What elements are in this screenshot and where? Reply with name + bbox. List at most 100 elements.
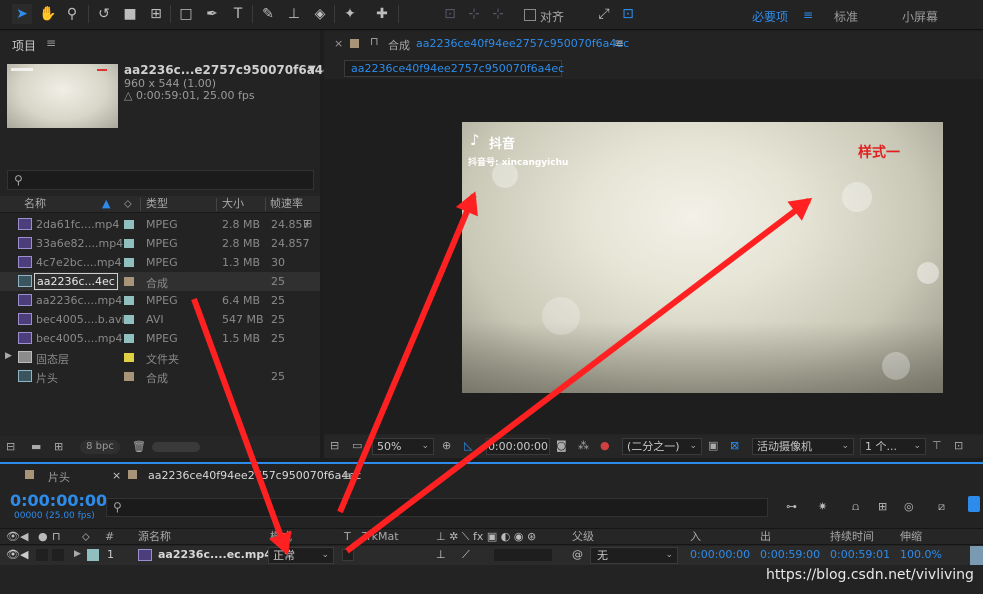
workspace-essentials[interactable]: 必要项 xyxy=(752,8,788,25)
solo-icon[interactable]: ● xyxy=(38,530,48,543)
resolution-select[interactable]: (二分之一) ⌄ xyxy=(622,438,702,455)
visibility-icon[interactable]: 👁 xyxy=(6,530,20,543)
label-swatch[interactable] xyxy=(124,315,134,324)
new-composition-icon[interactable]: ⊞ xyxy=(54,440,63,453)
stretch[interactable]: 100.0% xyxy=(900,548,942,561)
puppet-pin-tool-icon[interactable]: ✚ xyxy=(372,4,392,24)
snap-expand-icon[interactable]: ⤢ xyxy=(594,4,614,24)
label-column-icon[interactable]: ⬦ xyxy=(124,196,132,212)
label-swatch[interactable] xyxy=(124,258,134,267)
zoom-select[interactable]: 50% ⌄ xyxy=(372,438,434,455)
align-checkbox[interactable] xyxy=(524,9,536,21)
column-name[interactable]: 名称 xyxy=(24,196,46,212)
list-item[interactable]: 2da61fc....mp4 MPEG 2.8 MB 24.857 ⊞ xyxy=(0,215,320,234)
label-swatch[interactable] xyxy=(124,372,134,381)
label-swatch[interactable] xyxy=(87,549,99,561)
tab-intro[interactable]: 片头 xyxy=(48,469,70,485)
label-swatch[interactable] xyxy=(124,334,134,343)
column-t[interactable]: T xyxy=(344,529,351,545)
shy-switch-icon[interactable]: ⊥ xyxy=(436,548,446,561)
transparency-grid-icon[interactable]: ⊠ xyxy=(730,439,739,452)
column-duration[interactable]: 持续时间 xyxy=(830,529,874,545)
mask-visibility-icon[interactable]: ◺ xyxy=(464,439,472,452)
close-icon[interactable]: × xyxy=(112,469,121,482)
label-tag-icon[interactable]: ⬦ xyxy=(82,530,90,544)
list-item[interactable]: 33a6e82....mp4 MPEG 2.8 MB 24.857 xyxy=(0,234,320,253)
view-axis-icon[interactable]: ⊹ xyxy=(488,4,508,24)
toggle-pixel-aspect-icon[interactable]: ⊤ xyxy=(932,439,942,452)
column-in[interactable]: 入 xyxy=(690,529,701,545)
timeline-search-input[interactable]: ⚲ xyxy=(106,498,768,517)
snap-grid-icon[interactable]: ⊡ xyxy=(618,4,638,24)
graph-editor-icon[interactable]: ⧄ xyxy=(938,500,945,514)
audio-icon[interactable]: ◀ xyxy=(20,548,28,561)
color-channels-icon[interactable]: ● xyxy=(600,439,610,452)
close-icon[interactable]: × xyxy=(334,37,343,50)
pick-whip-icon[interactable]: @ xyxy=(572,548,583,561)
interpret-footage-icon[interactable]: ⊟ xyxy=(6,440,15,453)
playhead-handle[interactable] xyxy=(968,496,980,512)
brush-tool-icon[interactable]: ✎ xyxy=(258,4,278,24)
label-swatch[interactable] xyxy=(124,353,134,362)
pan-behind-tool-icon[interactable]: ⊞ xyxy=(146,4,166,24)
grid-guide-icon[interactable]: ⊕ xyxy=(442,439,451,452)
timeline-layer-row[interactable]: 👁 ◀ ▶ 1 aa2236c....ec.mp4 正常⌄ ⊥ ⟋ @ 无⌄ 0… xyxy=(0,546,983,565)
clone-stamp-tool-icon[interactable]: ⊥ xyxy=(284,4,304,24)
in-point[interactable]: 0:00:00:00 xyxy=(690,548,750,561)
frame-blending-icon[interactable]: ⊞ xyxy=(878,500,887,513)
layer-switches-slots[interactable] xyxy=(494,549,552,561)
out-point[interactable]: 0:00:59:00 xyxy=(760,548,820,561)
lock-icon[interactable]: ⊓ xyxy=(52,530,61,543)
list-item[interactable]: bec4005....mp4 MPEG 1.5 MB 25 xyxy=(0,329,320,348)
column-stretch[interactable]: 伸缩 xyxy=(900,529,922,545)
preview-dropdown-icon[interactable]: ▼ xyxy=(308,64,316,75)
flowchart-icon[interactable]: ⊞ xyxy=(303,217,312,230)
rectangle-tool-icon[interactable]: □ xyxy=(176,4,196,24)
view-layout-select[interactable]: 1 个... ⌄ xyxy=(860,438,926,455)
shy-layers-icon[interactable]: ⩍ xyxy=(852,500,859,514)
motion-blur-icon[interactable]: ◎ xyxy=(904,500,914,513)
list-item[interactable]: bec4005....b.avi AVI 547 MB 25 xyxy=(0,310,320,329)
world-axis-icon[interactable]: ⊹ xyxy=(464,4,484,24)
duration[interactable]: 0:00:59:01 xyxy=(830,548,890,561)
list-item[interactable]: 片头 合成 25 xyxy=(0,367,320,386)
lock-icon[interactable]: ⊓ xyxy=(370,35,379,48)
bpc-button[interactable]: 8 bpc xyxy=(80,440,120,454)
fast-previews-icon[interactable]: ⊡ xyxy=(954,439,963,452)
parent-select[interactable]: 无 ⌄ xyxy=(590,547,678,564)
draft-3d-icon[interactable]: ✷ xyxy=(818,500,827,513)
pen-tool-icon[interactable]: ✒ xyxy=(202,4,222,24)
layer-switches-icon[interactable]: ⊥ ✲ ⟍ fx ▣ ◐ ◉ ⊛ xyxy=(436,530,536,544)
composition-viewer[interactable]: ♪ 抖音 抖音号: xincangyichu 样式一 xyxy=(324,79,983,434)
new-folder-icon[interactable]: ▬ xyxy=(31,440,41,453)
list-item[interactable]: aa2236c....mp4 MPEG 6.4 MB 25 xyxy=(0,291,320,310)
label-swatch[interactable] xyxy=(124,277,134,286)
text-tool-icon[interactable]: T xyxy=(228,4,248,24)
column-parent[interactable]: 父级 xyxy=(572,529,594,545)
column-type[interactable]: 类型 xyxy=(146,196,168,212)
composition-header-name[interactable]: aa2236ce40f94ee2757c950070f6a4ec xyxy=(416,37,629,50)
roto-brush-tool-icon[interactable]: ✦ xyxy=(340,4,360,24)
composition-mini-flowchart-icon[interactable]: ⊶ xyxy=(786,500,797,513)
monitor-icon[interactable]: ▭ xyxy=(352,439,362,452)
region-of-interest-icon[interactable]: ▣ xyxy=(708,439,718,452)
label-swatch[interactable] xyxy=(124,239,134,248)
show-snapshot-icon[interactable]: ⁂ xyxy=(578,439,589,452)
thumbnail-slider[interactable] xyxy=(152,442,200,452)
eraser-tool-icon[interactable]: ◈ xyxy=(310,4,330,24)
lock-toggle[interactable] xyxy=(52,549,64,561)
selection-tool-icon[interactable]: ➤ xyxy=(12,4,32,24)
rotate-tool-icon[interactable]: ↺ xyxy=(94,4,114,24)
layer-source-name[interactable]: aa2236c....ec.mp4 xyxy=(158,548,272,561)
visibility-icon[interactable]: 👁 xyxy=(6,548,20,561)
camera-select[interactable]: 活动摄像机 ⌄ xyxy=(752,438,854,455)
column-size[interactable]: 大小 xyxy=(222,196,244,212)
composition-frame[interactable]: ♪ 抖音 抖音号: xincangyichu 样式一 xyxy=(462,122,943,393)
project-search-input[interactable]: ⚲ xyxy=(7,170,314,190)
composition-tab[interactable]: aa2236ce40f94ee2757c950070f6a4ec xyxy=(344,60,564,77)
list-item[interactable]: ▶ 固态层 文件夹 xyxy=(0,348,320,367)
column-frame-rate[interactable]: 帧速率 xyxy=(270,196,303,212)
snapshot-camera-icon[interactable]: ◙ xyxy=(556,439,567,452)
project-menu-icon[interactable]: ≡ xyxy=(46,36,56,50)
label-swatch[interactable] xyxy=(25,470,34,479)
